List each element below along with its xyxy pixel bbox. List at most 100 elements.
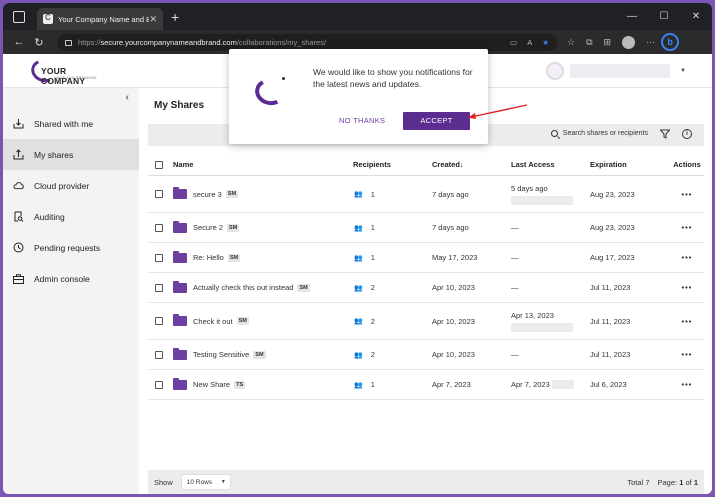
share-name[interactable]: secure 3 xyxy=(193,190,222,199)
sensitivity-badge: SM xyxy=(227,223,240,232)
share-name[interactable]: Testing Sensitive xyxy=(193,350,249,359)
row-actions-icon[interactable]: ••• xyxy=(670,283,704,292)
row-checkbox[interactable] xyxy=(155,223,163,232)
row-checkbox[interactable] xyxy=(155,380,163,389)
row-checkbox[interactable] xyxy=(155,317,163,325)
chevron-down-icon[interactable]: ▼ xyxy=(680,68,686,74)
sidebar-item-cloud-provider[interactable]: Cloud provider xyxy=(3,170,139,201)
sidebar-item-label: Pending requests xyxy=(34,242,101,253)
share-name[interactable]: Secure 2 xyxy=(193,223,223,232)
table-row[interactable]: Secure 2 SM 👥 1 7 days ago — Aug 23, 2023 … xyxy=(148,213,704,243)
back-icon[interactable]: ← xyxy=(9,36,29,48)
people-icon: 👥 xyxy=(354,284,363,292)
row-actions-icon[interactable]: ••• xyxy=(670,223,704,232)
no-thanks-button[interactable]: NO THANKS xyxy=(339,116,385,125)
table-row[interactable]: secure 3 SM 👥 1 7 days ago 5 days ago Aug … xyxy=(148,176,704,213)
more-icon[interactable]: ··· xyxy=(646,37,655,47)
recipient-count: 1 xyxy=(370,189,375,199)
table-row[interactable]: New Share TS 👥 1 Apr 7, 2023 Apr 7, 2023 J… xyxy=(148,370,704,400)
row-actions-icon[interactable]: ••• xyxy=(670,253,704,262)
row-actions-icon[interactable]: ••• xyxy=(670,380,704,389)
column-header-last-access[interactable]: Last Access xyxy=(511,160,590,169)
folder-icon xyxy=(173,187,187,199)
profile-avatar-icon[interactable] xyxy=(622,35,636,49)
table-row[interactable]: Actually check this out instead SM 👥 2 Apr… xyxy=(148,273,704,303)
last-access-value: — xyxy=(511,253,519,262)
tab-actions-icon[interactable] xyxy=(13,10,25,23)
user-avatar[interactable] xyxy=(546,62,565,80)
row-actions-icon[interactable]: ••• xyxy=(670,350,704,359)
accept-button[interactable]: ACCEPT xyxy=(403,112,470,130)
recipient-count: 2 xyxy=(370,350,375,359)
row-actions-icon[interactable]: ••• xyxy=(670,317,704,326)
company-logo[interactable]: YOUR COMPANY NAME AND BRANDING xyxy=(28,56,109,86)
last-access-cell: Apr 7, 2023 xyxy=(511,380,590,390)
share-name[interactable]: New Share xyxy=(193,380,230,389)
cloud-icon xyxy=(13,180,24,191)
new-tab-icon[interactable]: + xyxy=(171,9,179,25)
recipient-count: 2 xyxy=(370,283,375,292)
table-row[interactable]: Testing Sensitive SM 👥 2 Apr 10, 2023 — Ju… xyxy=(148,340,704,370)
minimize-icon[interactable]: — xyxy=(616,3,648,30)
app-available-icon[interactable]: ▭ xyxy=(510,38,517,47)
select-all-checkbox[interactable] xyxy=(155,160,163,169)
column-header-recipients[interactable]: Recipients xyxy=(353,160,432,169)
row-checkbox[interactable] xyxy=(155,253,163,262)
column-header-created[interactable]: Created↓ xyxy=(432,160,511,169)
people-icon: 👥 xyxy=(354,191,363,198)
table-row[interactable]: Re: Hello SM 👥 1 May 17, 2023 — Aug 17, 20… xyxy=(148,243,704,273)
sidebar-item-pending-requests[interactable]: Pending requests xyxy=(3,232,139,263)
favicon-icon xyxy=(43,13,53,24)
table-footer: Show 10 Rows ▼ Total 7 Page: 1 of 1 xyxy=(148,470,704,494)
favorite-star-icon[interactable]: ★ xyxy=(542,38,549,47)
read-aloud-icon[interactable]: A xyxy=(527,38,532,47)
filter-icon[interactable] xyxy=(659,129,671,141)
extensions-icon[interactable]: ⊞ xyxy=(604,37,612,48)
column-header-expiration[interactable]: Expiration xyxy=(590,160,670,169)
sort-down-icon: ↓ xyxy=(459,160,464,169)
sensitivity-badge: SM xyxy=(225,190,239,198)
recipient-count: 2 xyxy=(370,316,375,326)
table-row[interactable]: Check it out SM 👥 2 Apr 10, 2023 Apr 13, 2… xyxy=(148,303,704,340)
rows-per-page-value: 10 Rows xyxy=(186,478,213,486)
last-access-cell: 5 days ago xyxy=(511,184,590,205)
url-host: secure.yourcompanynameandbrand.com xyxy=(100,37,237,47)
maximize-icon[interactable]: ☐ xyxy=(648,3,680,30)
main-content: My Shares Search shares or recipients i … xyxy=(139,88,712,494)
sidebar-item-shared-with-me[interactable]: Shared with me xyxy=(3,108,139,139)
search-document-icon xyxy=(13,211,24,222)
bing-copilot-icon[interactable]: b xyxy=(661,33,680,51)
refresh-icon[interactable]: ↻ xyxy=(29,36,49,49)
favorites-icon[interactable]: ☆ xyxy=(567,37,575,48)
share-name[interactable]: Check it out xyxy=(193,317,233,326)
last-access-value: Apr 7, 2023 xyxy=(511,379,550,389)
browser-tab[interactable]: Your Company Name and Brand ✕ xyxy=(37,8,163,30)
sidebar-item-my-shares[interactable]: My shares xyxy=(3,139,139,170)
rows-per-page-select[interactable]: 10 Rows ▼ xyxy=(180,474,231,490)
sidebar-item-admin-console[interactable]: Admin console xyxy=(3,263,139,294)
row-checkbox[interactable] xyxy=(155,283,163,292)
share-name[interactable]: Actually check this out instead xyxy=(193,283,293,292)
lock-icon xyxy=(65,40,72,46)
search-input[interactable]: Search shares or recipients xyxy=(550,130,648,137)
tab-title: Your Company Name and Brand xyxy=(58,14,150,24)
user-menu[interactable]: ▼ xyxy=(546,62,686,80)
page-current[interactable]: 1 xyxy=(679,478,683,487)
sidebar: ‹ Shared with me My shares Cloud provide… xyxy=(3,88,139,494)
info-icon[interactable]: i xyxy=(682,129,692,139)
url-input[interactable]: https://secure.yourcompanynameandbrand.c… xyxy=(57,33,557,51)
column-header-name[interactable]: Name xyxy=(173,160,353,169)
sensitivity-badge: SM xyxy=(297,283,310,292)
row-checkbox[interactable] xyxy=(155,190,163,198)
window-controls: — ☐ ✕ xyxy=(616,3,712,30)
collapse-sidebar-icon[interactable]: ‹ xyxy=(126,92,129,103)
last-access-value: Apr 13, 2023 xyxy=(511,310,554,320)
redacted-block xyxy=(511,322,573,332)
close-window-icon[interactable]: ✕ xyxy=(680,3,712,30)
sidebar-item-auditing[interactable]: Auditing xyxy=(3,201,139,232)
collections-icon[interactable]: ⧉ xyxy=(586,37,592,48)
tab-close-icon[interactable]: ✕ xyxy=(149,14,157,25)
share-name[interactable]: Re: Hello xyxy=(193,253,224,262)
row-checkbox[interactable] xyxy=(155,350,163,359)
row-actions-icon[interactable]: ••• xyxy=(670,190,704,199)
